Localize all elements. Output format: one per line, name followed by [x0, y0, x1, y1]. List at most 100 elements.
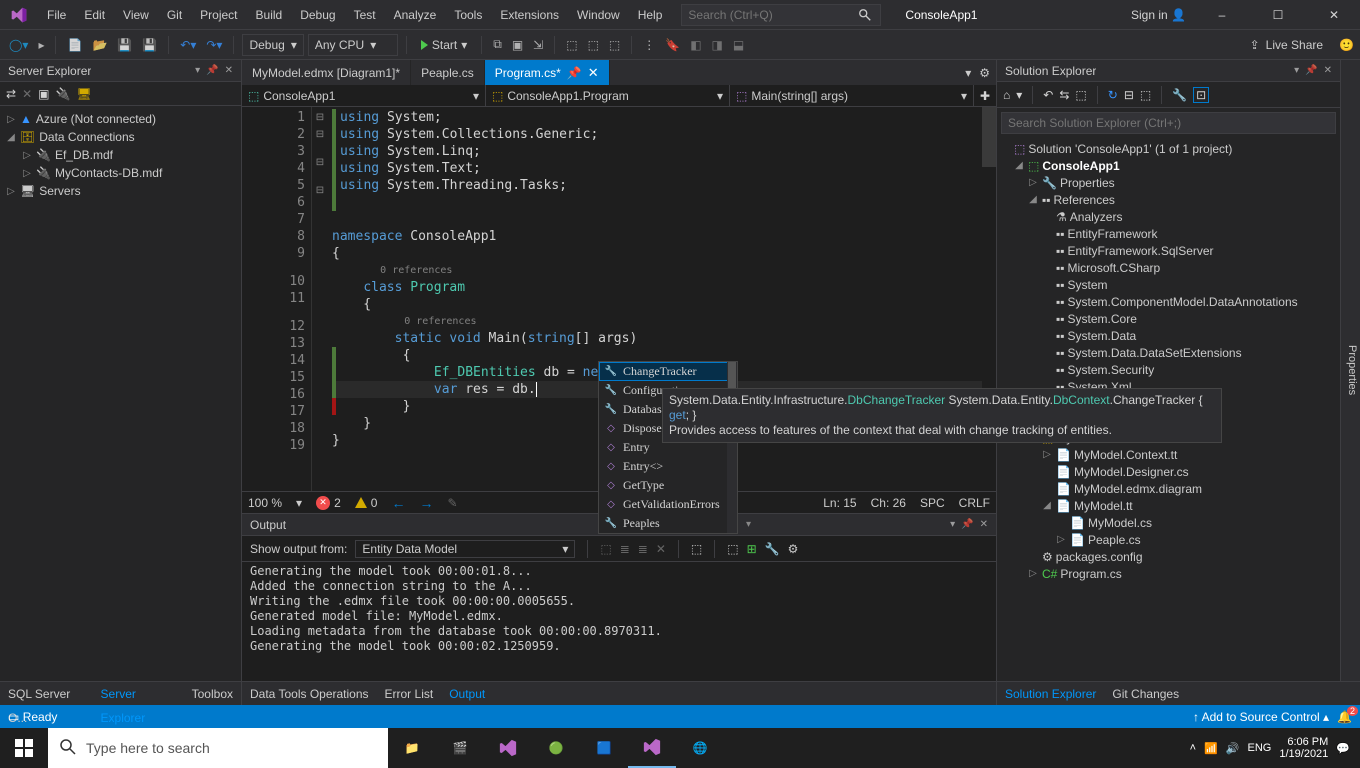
ref-item[interactable]: ▪▪EntityFramework [997, 225, 1340, 242]
back-icon[interactable]: ↶ [1043, 88, 1053, 102]
menu-window[interactable]: Window [568, 0, 629, 30]
mymodel-tt-node[interactable]: ◢📄MyModel.tt [997, 497, 1340, 514]
pin-tab-icon[interactable]: 📌 [567, 66, 582, 80]
intellisense-item[interactable]: ◇Entry<> [599, 457, 737, 476]
save-icon[interactable]: 💾 [114, 34, 135, 56]
ref-item[interactable]: ▪▪System.Core [997, 310, 1340, 327]
show-all-icon[interactable]: ⬚ [1140, 88, 1151, 102]
ref-item[interactable]: ▪▪Microsoft.CSharp [997, 259, 1340, 276]
tab-git-changes[interactable]: Git Changes [1104, 682, 1187, 705]
tray-time[interactable]: 6:06 PM [1287, 736, 1328, 748]
solution-search-input[interactable] [1001, 112, 1336, 134]
menu-debug[interactable]: Debug [291, 0, 344, 30]
indent-mode[interactable]: SPC [920, 496, 945, 510]
properties-tab-collapsed[interactable]: Properties [1340, 60, 1360, 681]
menu-test[interactable]: Test [345, 0, 385, 30]
solution-node[interactable]: ⬚Solution 'ConsoleApp1' (1 of 1 project) [997, 140, 1340, 157]
intellisense-expand-icon[interactable]: ▾ [746, 516, 751, 533]
close-button[interactable]: ✕ [1314, 0, 1354, 30]
error-count[interactable]: ✕2 [316, 496, 341, 510]
tab-sql-server[interactable]: SQL Server O... [0, 682, 93, 705]
task-explorer-icon[interactable]: 📁 [388, 728, 436, 768]
connect-icon[interactable]: ⇄ [6, 87, 16, 101]
out-tb-icon[interactable]: ≣ [638, 542, 648, 556]
pin-icon[interactable]: 📌 [206, 65, 218, 76]
out-tb-icon[interactable]: ⊞ [747, 542, 757, 556]
task-vs2-icon[interactable] [628, 728, 676, 768]
output-text[interactable]: Generating the model took 00:00:01.8... … [242, 562, 996, 681]
intellisense-item[interactable]: ◇GetType [599, 476, 737, 495]
tray-chevron-icon[interactable]: ˄ [1190, 742, 1196, 754]
intellisense-item[interactable]: 🔧ChangeTracker [599, 362, 737, 381]
line-ending[interactable]: CRLF [959, 496, 990, 510]
ref-item[interactable]: ▪▪System [997, 276, 1340, 293]
menu-file[interactable]: File [38, 0, 75, 30]
notifications-button[interactable]: 🔔2 [1337, 710, 1352, 724]
tray-wifi-icon[interactable]: 📶 [1204, 742, 1218, 755]
tab-error-list[interactable]: Error List [377, 682, 442, 705]
tab-mymodel-edmx[interactable]: MyModel.edmx [Diagram1]* [242, 60, 411, 85]
next-issue-icon[interactable]: → [419, 495, 433, 511]
start-button[interactable] [0, 728, 48, 768]
out-tb-icon[interactable]: ≣ [620, 542, 630, 556]
out-tb-icon[interactable]: ✕ [656, 542, 666, 556]
peaple-cs-node[interactable]: ▷📄Peaple.cs [997, 531, 1340, 548]
maximize-button[interactable]: ☐ [1258, 0, 1298, 30]
close-panel-icon[interactable]: ✕ [980, 519, 988, 530]
tab-data-tools[interactable]: Data Tools Operations [242, 682, 377, 705]
out-tb-icon[interactable]: 🔧 [765, 542, 780, 556]
tb-icon-7[interactable]: ⋮ [640, 34, 658, 56]
project-node[interactable]: ◢⬚ConsoleApp1 [997, 157, 1340, 174]
tb-icon-9[interactable]: ◧ [687, 34, 704, 56]
task-mpc-icon[interactable]: 🎬 [436, 728, 484, 768]
menu-help[interactable]: Help [629, 0, 672, 30]
nav-project[interactable]: ⬚ConsoleApp1▾ [242, 85, 486, 106]
tb-icon-5[interactable]: ⬚ [585, 34, 602, 56]
program-cs-node[interactable]: ▷C#Program.cs [997, 565, 1340, 582]
warning-count[interactable]: 0 [355, 496, 378, 510]
mycontacts-node[interactable]: ▷🔌MyContacts-DB.mdf [0, 164, 241, 182]
nav-method[interactable]: ⬚Main(string[] args)▾ [730, 85, 974, 106]
tab-peaple-cs[interactable]: Peaple.cs [411, 60, 485, 85]
add-server-icon[interactable]: 🖥 [76, 87, 91, 101]
gear-icon[interactable]: ⚙ [979, 66, 990, 80]
ref-item[interactable]: ▪▪System.Data.DataSetExtensions [997, 344, 1340, 361]
nav-class[interactable]: ⬚ConsoleApp1.Program▾ [486, 85, 730, 106]
zoom-level[interactable]: 100 % [248, 496, 282, 510]
collapse-icon[interactable]: ⊟ [1124, 88, 1134, 102]
task-vs-icon[interactable] [484, 728, 532, 768]
sign-in-button[interactable]: Sign in 👤 [1131, 8, 1186, 22]
out-tb-icon[interactable]: ⬚ [600, 542, 611, 556]
forward-nav-button[interactable]: ▸ [35, 34, 47, 56]
windows-search[interactable]: Type here to search [48, 728, 388, 768]
stop-icon[interactable]: ▣ [38, 87, 49, 101]
task-idm-icon[interactable]: 🟢 [532, 728, 580, 768]
tray-volume-icon[interactable]: 🔊 [1226, 742, 1240, 755]
azure-node[interactable]: ▷▲Azure (Not connected) [0, 110, 241, 128]
tb-icon-4[interactable]: ⬚ [563, 34, 580, 56]
ref-item[interactable]: ▪▪EntityFramework.SqlServer [997, 242, 1340, 259]
intellisense-item[interactable]: ◇GetValidationErrors [599, 495, 737, 514]
feedback-icon[interactable]: 🙂 [1339, 38, 1354, 52]
out-tb-icon[interactable]: ⚙ [788, 542, 799, 556]
tray-notifications-icon[interactable]: 💬 [1336, 742, 1350, 755]
tb-icon-8[interactable]: 🔖 [662, 34, 683, 56]
prev-issue-icon[interactable]: ← [391, 495, 405, 511]
context-tt-node[interactable]: ▷📄MyModel.Context.tt [997, 446, 1340, 463]
tab-solution-explorer[interactable]: Solution Explorer [997, 682, 1104, 705]
task-app-icon[interactable]: 🟦 [580, 728, 628, 768]
tb-icon-1[interactable]: ⧉ [490, 34, 505, 56]
references-node[interactable]: ◢▪▪References [997, 191, 1340, 208]
tray-lang[interactable]: ENG [1248, 742, 1272, 754]
menu-git[interactable]: Git [158, 0, 191, 30]
ref-item[interactable]: ▪▪System.ComponentModel.DataAnnotations [997, 293, 1340, 310]
intellisense-popup[interactable]: 🔧ChangeTracker 🔧Configuration 🔧Database … [598, 361, 738, 534]
data-connections-node[interactable]: ◢🗄Data Connections [0, 128, 241, 146]
ref-item[interactable]: ⚗Analyzers [997, 208, 1340, 225]
undo-icon[interactable]: ↶▾ [177, 34, 199, 56]
menu-view[interactable]: View [114, 0, 158, 30]
pin-icon[interactable]: 📌 [1305, 65, 1317, 76]
se-icon[interactable]: ⬚ [1075, 88, 1086, 102]
open-file-icon[interactable]: 📂 [89, 34, 110, 56]
tb-icon-3[interactable]: ⇲ [530, 34, 546, 56]
